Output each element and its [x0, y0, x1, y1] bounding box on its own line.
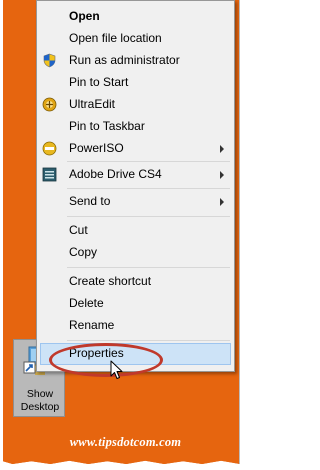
menu-item-send-to[interactable]: Send to [37, 191, 234, 212]
menu-item-label: Send to [69, 194, 111, 208]
mouse-cursor-icon [110, 360, 123, 379]
menu-item-run-as-administrator[interactable]: Run as administrator [37, 50, 234, 71]
menu-item-open[interactable]: Open [37, 6, 234, 27]
menu-item-rename[interactable]: Rename [37, 315, 234, 336]
menu-item-label: Cut [69, 223, 88, 237]
menu-item-ultraedit[interactable]: UltraEdit [37, 94, 234, 115]
screenshot-frame: Show Desktop Open Open file location Run… [3, 0, 240, 464]
poweriso-icon [42, 141, 57, 156]
uac-shield-icon [43, 53, 56, 68]
menu-separator [67, 267, 230, 268]
submenu-arrow-icon [220, 145, 224, 153]
adobe-drive-icon [42, 167, 57, 182]
menu-item-label: PowerISO [69, 141, 124, 155]
ultraedit-icon [42, 97, 57, 112]
menu-item-label: Copy [69, 245, 98, 259]
menu-item-label: Run as administrator [69, 53, 180, 67]
watermark-text: www.tipsdotcom.com [69, 435, 182, 449]
menu-separator [67, 340, 230, 341]
menu-separator [67, 188, 230, 189]
menu-item-copy[interactable]: Copy [37, 242, 234, 263]
menu-item-label: Pin to Start [69, 75, 129, 89]
menu-item-label: Adobe Drive CS4 [69, 167, 162, 181]
menu-item-label: Rename [69, 318, 115, 332]
menu-item-label: Open file location [69, 31, 162, 45]
menu-item-open-file-location[interactable]: Open file location [37, 28, 234, 49]
menu-item-cut[interactable]: Cut [37, 220, 234, 241]
menu-item-create-shortcut[interactable]: Create shortcut [37, 271, 234, 292]
highlight-ellipse [49, 343, 163, 377]
menu-item-label: Create shortcut [69, 274, 152, 288]
menu-item-delete[interactable]: Delete [37, 293, 234, 314]
menu-item-adobe-drive-cs4[interactable]: Adobe Drive CS4 [37, 164, 234, 185]
menu-item-label: UltraEdit [69, 97, 116, 111]
shortcut-label: Show Desktop [20, 388, 60, 413]
menu-item-label: Delete [69, 296, 104, 310]
context-menu: Open Open file location Run as administr… [36, 0, 235, 372]
submenu-arrow-icon [220, 198, 224, 206]
menu-item-pin-to-start[interactable]: Pin to Start [37, 72, 234, 93]
menu-item-label: Open [69, 9, 100, 23]
menu-separator [67, 161, 230, 162]
submenu-arrow-icon [220, 171, 224, 179]
menu-item-label: Pin to Taskbar [69, 119, 145, 133]
menu-item-pin-to-taskbar[interactable]: Pin to Taskbar [37, 116, 234, 137]
menu-item-poweriso[interactable]: PowerISO [37, 138, 234, 159]
menu-separator [67, 216, 230, 217]
